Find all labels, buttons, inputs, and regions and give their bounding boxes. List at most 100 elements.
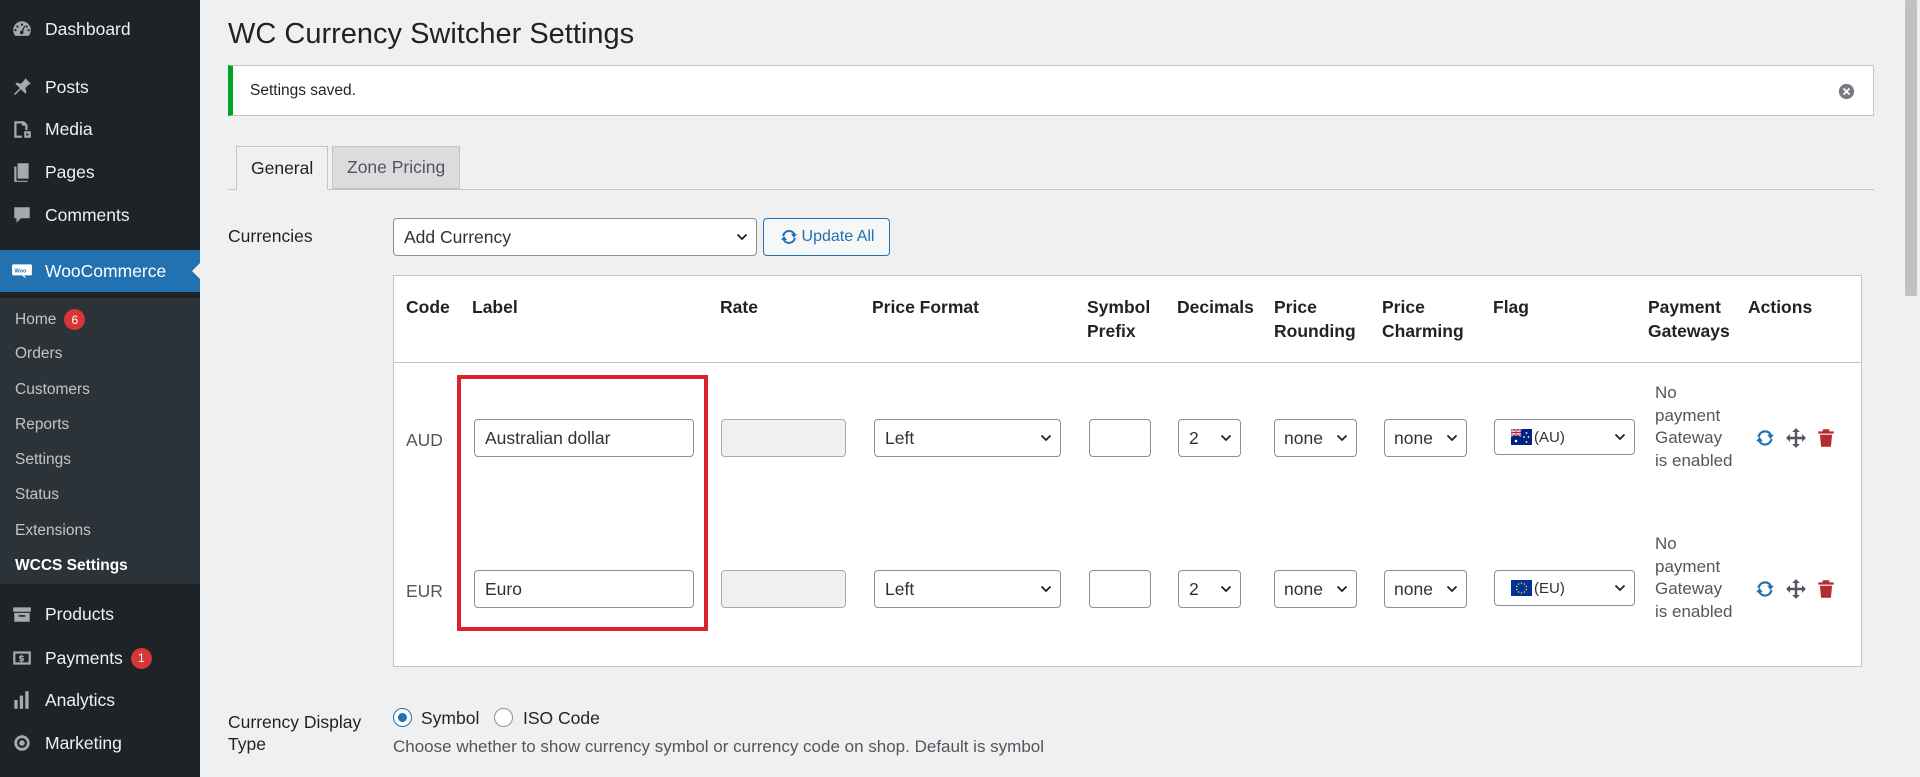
currency-code: EUR [406, 581, 443, 601]
select-value: 2 [1189, 578, 1199, 599]
iso-code-radio[interactable] [494, 708, 513, 727]
menu-item-comments[interactable]: Comments [0, 198, 200, 232]
menu-item-label: Posts [45, 76, 89, 97]
flag-select[interactable]: (EU) [1494, 570, 1635, 606]
submenu-item-reports[interactable]: Reports [15, 416, 69, 434]
menu-item-label: WooCommerce [45, 260, 167, 281]
chevron-down-icon [1220, 434, 1232, 442]
chevron-down-icon [1614, 433, 1626, 441]
dismiss-icon[interactable] [1838, 83, 1855, 100]
header-price-format: Price Format [872, 297, 979, 317]
woocommerce-submenu: Home 6 Orders Customers Reports Settings … [0, 298, 200, 584]
decimals-select[interactable]: 2 [1178, 419, 1241, 457]
button-label: Update All [801, 228, 875, 245]
select-value: 2 [1189, 427, 1199, 448]
chevron-down-icon [1446, 434, 1458, 442]
tab-label: General [251, 157, 314, 178]
dollar-icon [10, 646, 34, 670]
price-rounding-select[interactable]: none [1274, 419, 1357, 457]
add-currency-select[interactable]: Add Currency [393, 218, 757, 256]
symbol-radio[interactable] [393, 708, 412, 727]
symbol-prefix-input[interactable] [1089, 570, 1151, 608]
submenu-item-wccs-settings[interactable]: WCCS Settings [15, 557, 128, 575]
menu-item-products[interactable]: Products [0, 597, 200, 631]
price-format-select[interactable]: Left [874, 419, 1061, 457]
menu-item-dashboard[interactable]: Dashboard [0, 12, 200, 46]
refresh-icon [780, 230, 797, 244]
menu-item-label: Analytics [45, 689, 116, 710]
submenu-item-home[interactable]: Home 6 [15, 309, 86, 330]
price-rounding-select[interactable]: none [1274, 570, 1357, 608]
menu-item-marketing[interactable]: Marketing [0, 726, 200, 760]
comment-icon [10, 203, 34, 227]
select-value: Add Currency [404, 226, 511, 247]
symbol-radio-label: Symbol [421, 708, 480, 728]
menu-item-label: Comments [45, 204, 130, 225]
trash-icon[interactable] [1815, 427, 1837, 449]
select-value: none [1284, 427, 1323, 448]
pages-icon [10, 160, 34, 184]
submenu-item-settings[interactable]: Settings [15, 451, 71, 469]
display-type-description: Choose whether to show currency symbol o… [393, 737, 1045, 756]
trash-icon[interactable] [1815, 578, 1837, 600]
submenu-label: Reports [15, 416, 70, 433]
menu-item-posts[interactable]: Posts [0, 70, 200, 104]
rate-input [721, 570, 846, 608]
header-price-charming: Price Charming [1382, 297, 1464, 341]
chevron-down-icon [1040, 434, 1052, 442]
header-decimals: Decimals [1177, 297, 1254, 317]
header-payment-gateways: Payment Gateways [1648, 297, 1730, 341]
move-icon[interactable] [1785, 427, 1807, 449]
submenu-label: Settings [15, 451, 72, 468]
australia-flag-icon [1511, 429, 1532, 445]
select-value: none [1394, 578, 1433, 599]
menu-item-payments[interactable]: Payments 1 [0, 641, 200, 675]
currency-code: AUD [406, 430, 443, 450]
header-symbol-prefix: Symbol Prefix [1087, 297, 1151, 341]
success-notice: Settings saved. [228, 65, 1874, 116]
chevron-down-icon [1336, 585, 1348, 593]
select-value: none [1394, 427, 1433, 448]
submenu-item-extensions[interactable]: Extensions [15, 522, 91, 540]
page-scrollbar[interactable] [1902, 0, 1920, 777]
price-charming-select[interactable]: none [1384, 419, 1467, 457]
flag-select[interactable]: (AU) [1494, 419, 1635, 455]
price-format-select[interactable]: Left [874, 570, 1061, 608]
header-flag: Flag [1493, 297, 1529, 317]
payment-gateways-text: No payment Gateway is enabled [1655, 534, 1733, 621]
price-charming-select[interactable]: none [1384, 570, 1467, 608]
submenu-item-orders[interactable]: Orders [15, 345, 62, 363]
move-icon[interactable] [1785, 578, 1807, 600]
tab-general[interactable]: General [236, 146, 329, 190]
refresh-icon[interactable] [1754, 578, 1776, 600]
refresh-icon[interactable] [1754, 427, 1776, 449]
update-all-button[interactable]: Update All [763, 218, 890, 256]
select-value: (AU) [1534, 428, 1565, 446]
menu-item-pages[interactable]: Pages [0, 155, 200, 189]
submenu-item-customers[interactable]: Customers [15, 381, 90, 399]
pin-icon [10, 75, 34, 99]
menu-item-label: Media [45, 118, 93, 139]
symbol-prefix-input[interactable] [1089, 419, 1151, 457]
menu-item-media[interactable]: Media [0, 112, 200, 146]
woo-icon: Woo [10, 259, 34, 283]
header-rate: Rate [720, 297, 758, 317]
tab-zone-pricing[interactable]: Zone Pricing [332, 146, 461, 189]
menu-item-woocommerce[interactable]: Woo WooCommerce [0, 250, 200, 292]
bar-chart-icon [10, 688, 34, 712]
settings-tabs: General Zone Pricing [228, 146, 1874, 190]
iso-code-radio-label: ISO Code [523, 708, 600, 728]
chevron-down-icon [1446, 585, 1458, 593]
count-badge: 1 [130, 647, 152, 669]
chevron-down-icon [1614, 584, 1626, 592]
select-value: (EU) [1534, 579, 1565, 597]
decimals-select[interactable]: 2 [1178, 570, 1241, 608]
chevron-down-icon [1220, 585, 1232, 593]
svg-text:Woo: Woo [15, 269, 27, 275]
submenu-item-status[interactable]: Status [15, 486, 59, 504]
eu-flag-icon [1511, 580, 1532, 596]
archive-icon [10, 602, 34, 626]
scrollbar-thumb[interactable] [1905, 0, 1917, 296]
media-icon [10, 117, 34, 141]
menu-item-analytics[interactable]: Analytics [0, 683, 200, 717]
